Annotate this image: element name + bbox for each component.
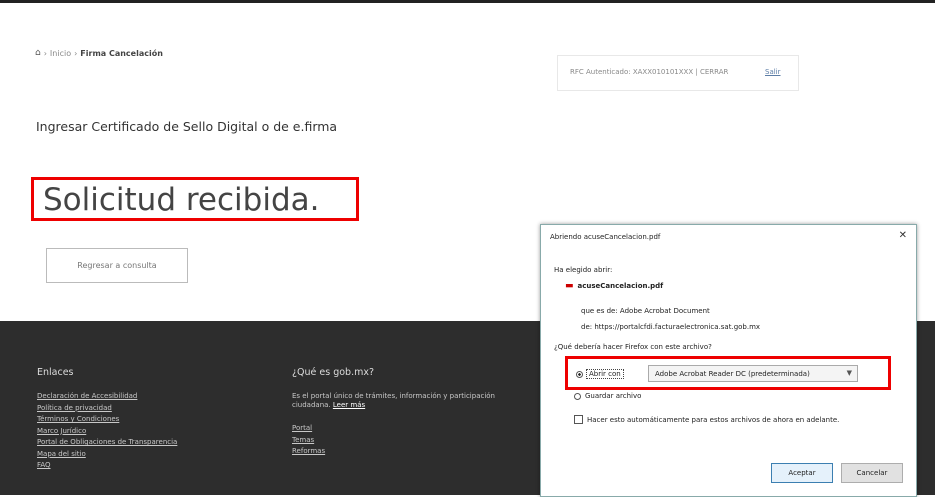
logout-link[interactable]: Salir [765,68,781,76]
filename: acuseCancelacion.pdf [577,282,664,290]
footer-link[interactable]: Portal de Obligaciones de Transparencia [37,438,177,446]
breadcrumb-current: Firma Cancelación [80,48,163,58]
remember-label: Hacer esto automáticamente para estos ar… [587,415,840,424]
back-to-query-button[interactable]: Regresar a consulta [46,248,188,283]
breadcrumb-separator: › [74,48,78,58]
open-with-label: Abrir con [586,369,624,379]
save-file-option[interactable]: Guardar archivo [574,392,641,400]
remember-choice-option[interactable]: Hacer esto automáticamente para estos ar… [574,415,839,424]
footer-about-column: ¿Qué es gob.mx? Es el portal único de tr… [292,367,532,459]
remember-checkbox[interactable] [574,415,583,424]
dialog-title: Abriendo acuseCancelacion.pdf [550,233,661,241]
file-type: que es de: Adobe Acrobat Document [581,307,710,315]
open-with-value: Adobe Acrobat Reader DC (predeterminada) [655,370,810,378]
cancel-button[interactable]: Cancelar [841,463,903,483]
open-with-select[interactable]: Adobe Acrobat Reader DC (predeterminada)… [648,365,858,382]
save-file-label: Guardar archivo [585,392,642,400]
rfc-text: RFC Autenticado: XAXX010101XXX | CERRAR [570,68,729,76]
open-with-option[interactable]: Abrir con [576,369,624,379]
footer-links-column: Enlaces Declaración de Accesibilidad Pol… [37,367,177,473]
home-icon[interactable]: ⌂ [35,48,41,58]
close-icon[interactable]: ✕ [899,230,907,241]
page-title: Solicitud recibida. [43,182,320,218]
highlight-box-open-with: Abrir con Adobe Acrobat Reader DC (prede… [565,356,891,390]
top-border [0,0,935,3]
highlight-box-title: Solicitud recibida. [31,177,359,221]
file-source: de: https://portalcfdi.facturaelectronic… [581,323,761,331]
footer-link[interactable]: Temas [292,436,532,444]
footer-about-paragraph: Es el portal único de trámites, informac… [292,392,495,409]
footer-about-text: Es el portal único de trámites, informac… [292,392,532,410]
pdf-file-icon: ▬ [565,281,574,291]
page-subtitle: Ingresar Certificado de Sello Digital o … [36,119,338,134]
footer-link[interactable]: Portal [292,424,532,432]
footer-link[interactable]: FAQ [37,461,177,469]
download-dialog: Abriendo acuseCancelacion.pdf ✕ Ha elegi… [540,224,917,497]
chevron-down-icon: ▼ [846,369,852,377]
footer-links-heading: Enlaces [37,367,74,378]
footer-link[interactable]: Declaración de Accesibilidad [37,392,177,400]
footer-link[interactable]: Política de privacidad [37,404,177,412]
file-row: ▬ acuseCancelacion.pdf [565,281,663,291]
footer-link[interactable]: Términos y Condiciones [37,415,177,423]
footer-link[interactable]: Marco Jurídico [37,427,177,435]
chosen-label: Ha elegido abrir: [554,266,613,274]
footer-about-heading: ¿Qué es gob.mx? [292,367,375,378]
breadcrumb-separator: › [43,48,47,58]
breadcrumb-start[interactable]: Inicio [50,49,71,58]
open-with-radio[interactable] [576,370,583,378]
breadcrumb: ⌂ › Inicio › Firma Cancelación [35,48,163,58]
footer-link[interactable]: Mapa del sitio [37,450,177,458]
save-file-radio[interactable] [574,392,581,400]
rfc-session-box: RFC Autenticado: XAXX010101XXX | CERRAR … [557,55,799,91]
accept-button[interactable]: Aceptar [771,463,833,483]
footer-link[interactable]: Reformas [292,447,532,455]
read-more-link[interactable]: Leer más [333,401,365,409]
action-question: ¿Qué debería hacer Firefox con este arch… [554,343,712,351]
